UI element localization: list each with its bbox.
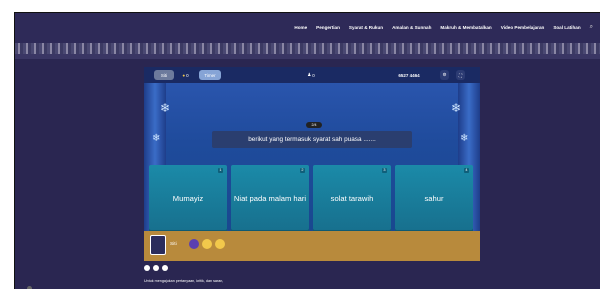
search-icon[interactable]: ⌕: [590, 24, 593, 31]
answer-options: 1 Mumayiz 2 Niat pada malam hari 3 solat…: [149, 165, 473, 231]
nav-makruh[interactable]: Makruh & Membatalkan: [440, 25, 491, 30]
answer-label: Mumayiz: [172, 194, 204, 204]
snowflake-icon: ❄: [451, 101, 462, 115]
footer-caption: Untuk mengajukan pertanyaan, kritik, dan…: [144, 279, 224, 283]
social-links: [144, 265, 168, 271]
answer-option-2[interactable]: 2 Niat pada malam hari: [231, 165, 309, 231]
quiz-game-embed[interactable]: Siti ● 0 Timer ♟ 0 6527 4464 ⚙ ⛶ ❄ ❄ ❄ ❄…: [144, 67, 480, 261]
snowflake-icon: ❄: [152, 133, 161, 144]
coin-count: 0: [186, 72, 189, 78]
fullscreen-icon: ⛶: [458, 72, 463, 78]
nav-video[interactable]: Video Pembelajaran: [501, 25, 545, 30]
instagram-icon[interactable]: [162, 265, 168, 271]
answer-option-4[interactable]: 4 sahur: [395, 165, 473, 231]
question-counter-value: 2/4: [311, 123, 317, 127]
youtube-icon[interactable]: [153, 265, 159, 271]
powerup-icon[interactable]: [189, 239, 199, 249]
game-header: Siti ● 0 Timer ♟ 0 6527 4464 ⚙ ⛶: [144, 67, 480, 83]
answer-label: solat tarawih: [330, 194, 374, 204]
game-footer: Siti: [144, 231, 480, 261]
page-frame: Home Pengertian Syarat & Rukun Amalan & …: [14, 12, 600, 289]
answer-label: Niat pada malam hari: [233, 194, 307, 204]
snowflake-icon: ❄: [160, 101, 171, 115]
timer-toggle[interactable]: Timer: [199, 70, 221, 80]
question-text: berikut yang termasuk syarat sah puasa .…: [248, 136, 376, 143]
top-navigation: Home Pengertian Syarat & Rukun Amalan & …: [15, 13, 600, 43]
person-icon: ♟: [307, 72, 312, 77]
player-count-value: 0: [312, 72, 315, 78]
game-code: 6527 4464: [392, 70, 426, 80]
nav-pengertian[interactable]: Pengertian: [316, 25, 340, 30]
gear-icon: ⚙: [442, 72, 447, 77]
snowflake-icon: ❄: [460, 133, 469, 144]
footer-player-name: Siti: [170, 242, 177, 247]
player-name: Siti: [160, 72, 168, 78]
nav-syarat-rukun[interactable]: Syarat & Rukun: [349, 25, 383, 30]
answer-label: sahur: [424, 194, 444, 204]
nav-menu: Home Pengertian Syarat & Rukun Amalan & …: [294, 24, 593, 31]
decorative-banner: [15, 43, 600, 59]
answer-option-3[interactable]: 3 solat tarawih: [313, 165, 391, 231]
answer-number: 2: [299, 168, 305, 173]
avatar: [150, 235, 166, 255]
player-badge[interactable]: Siti: [154, 70, 174, 80]
nav-home[interactable]: Home: [294, 25, 307, 30]
answer-number: 4: [463, 168, 469, 173]
player-count: ♟ 0: [302, 70, 320, 80]
question-counter: 2/4: [306, 122, 322, 128]
coin-counter: ● 0: [178, 70, 193, 80]
answer-number: 1: [217, 168, 223, 173]
answer-option-1[interactable]: 1 Mumayiz: [149, 165, 227, 231]
settings-button[interactable]: ⚙: [440, 70, 449, 80]
question-box: berikut yang termasuk syarat sah puasa .…: [212, 131, 412, 148]
answer-number: 3: [381, 168, 387, 173]
powerup-icon[interactable]: [202, 239, 212, 249]
powerup-icon[interactable]: [215, 239, 225, 249]
game-code-value: 6527 4464: [398, 72, 420, 78]
game-stage: ❄ ❄ ❄ ❄ 2/4 berikut yang termasuk syarat…: [144, 83, 480, 231]
coin-icon: ●: [182, 72, 186, 78]
nav-soal-latihan[interactable]: Soal Latihan: [553, 25, 580, 30]
twitter-icon[interactable]: [144, 265, 150, 271]
nav-amalan-sunnah[interactable]: Amalan & Sunnah: [392, 25, 431, 30]
timer-label: Timer: [204, 72, 216, 78]
fullscreen-button[interactable]: ⛶: [456, 70, 465, 80]
